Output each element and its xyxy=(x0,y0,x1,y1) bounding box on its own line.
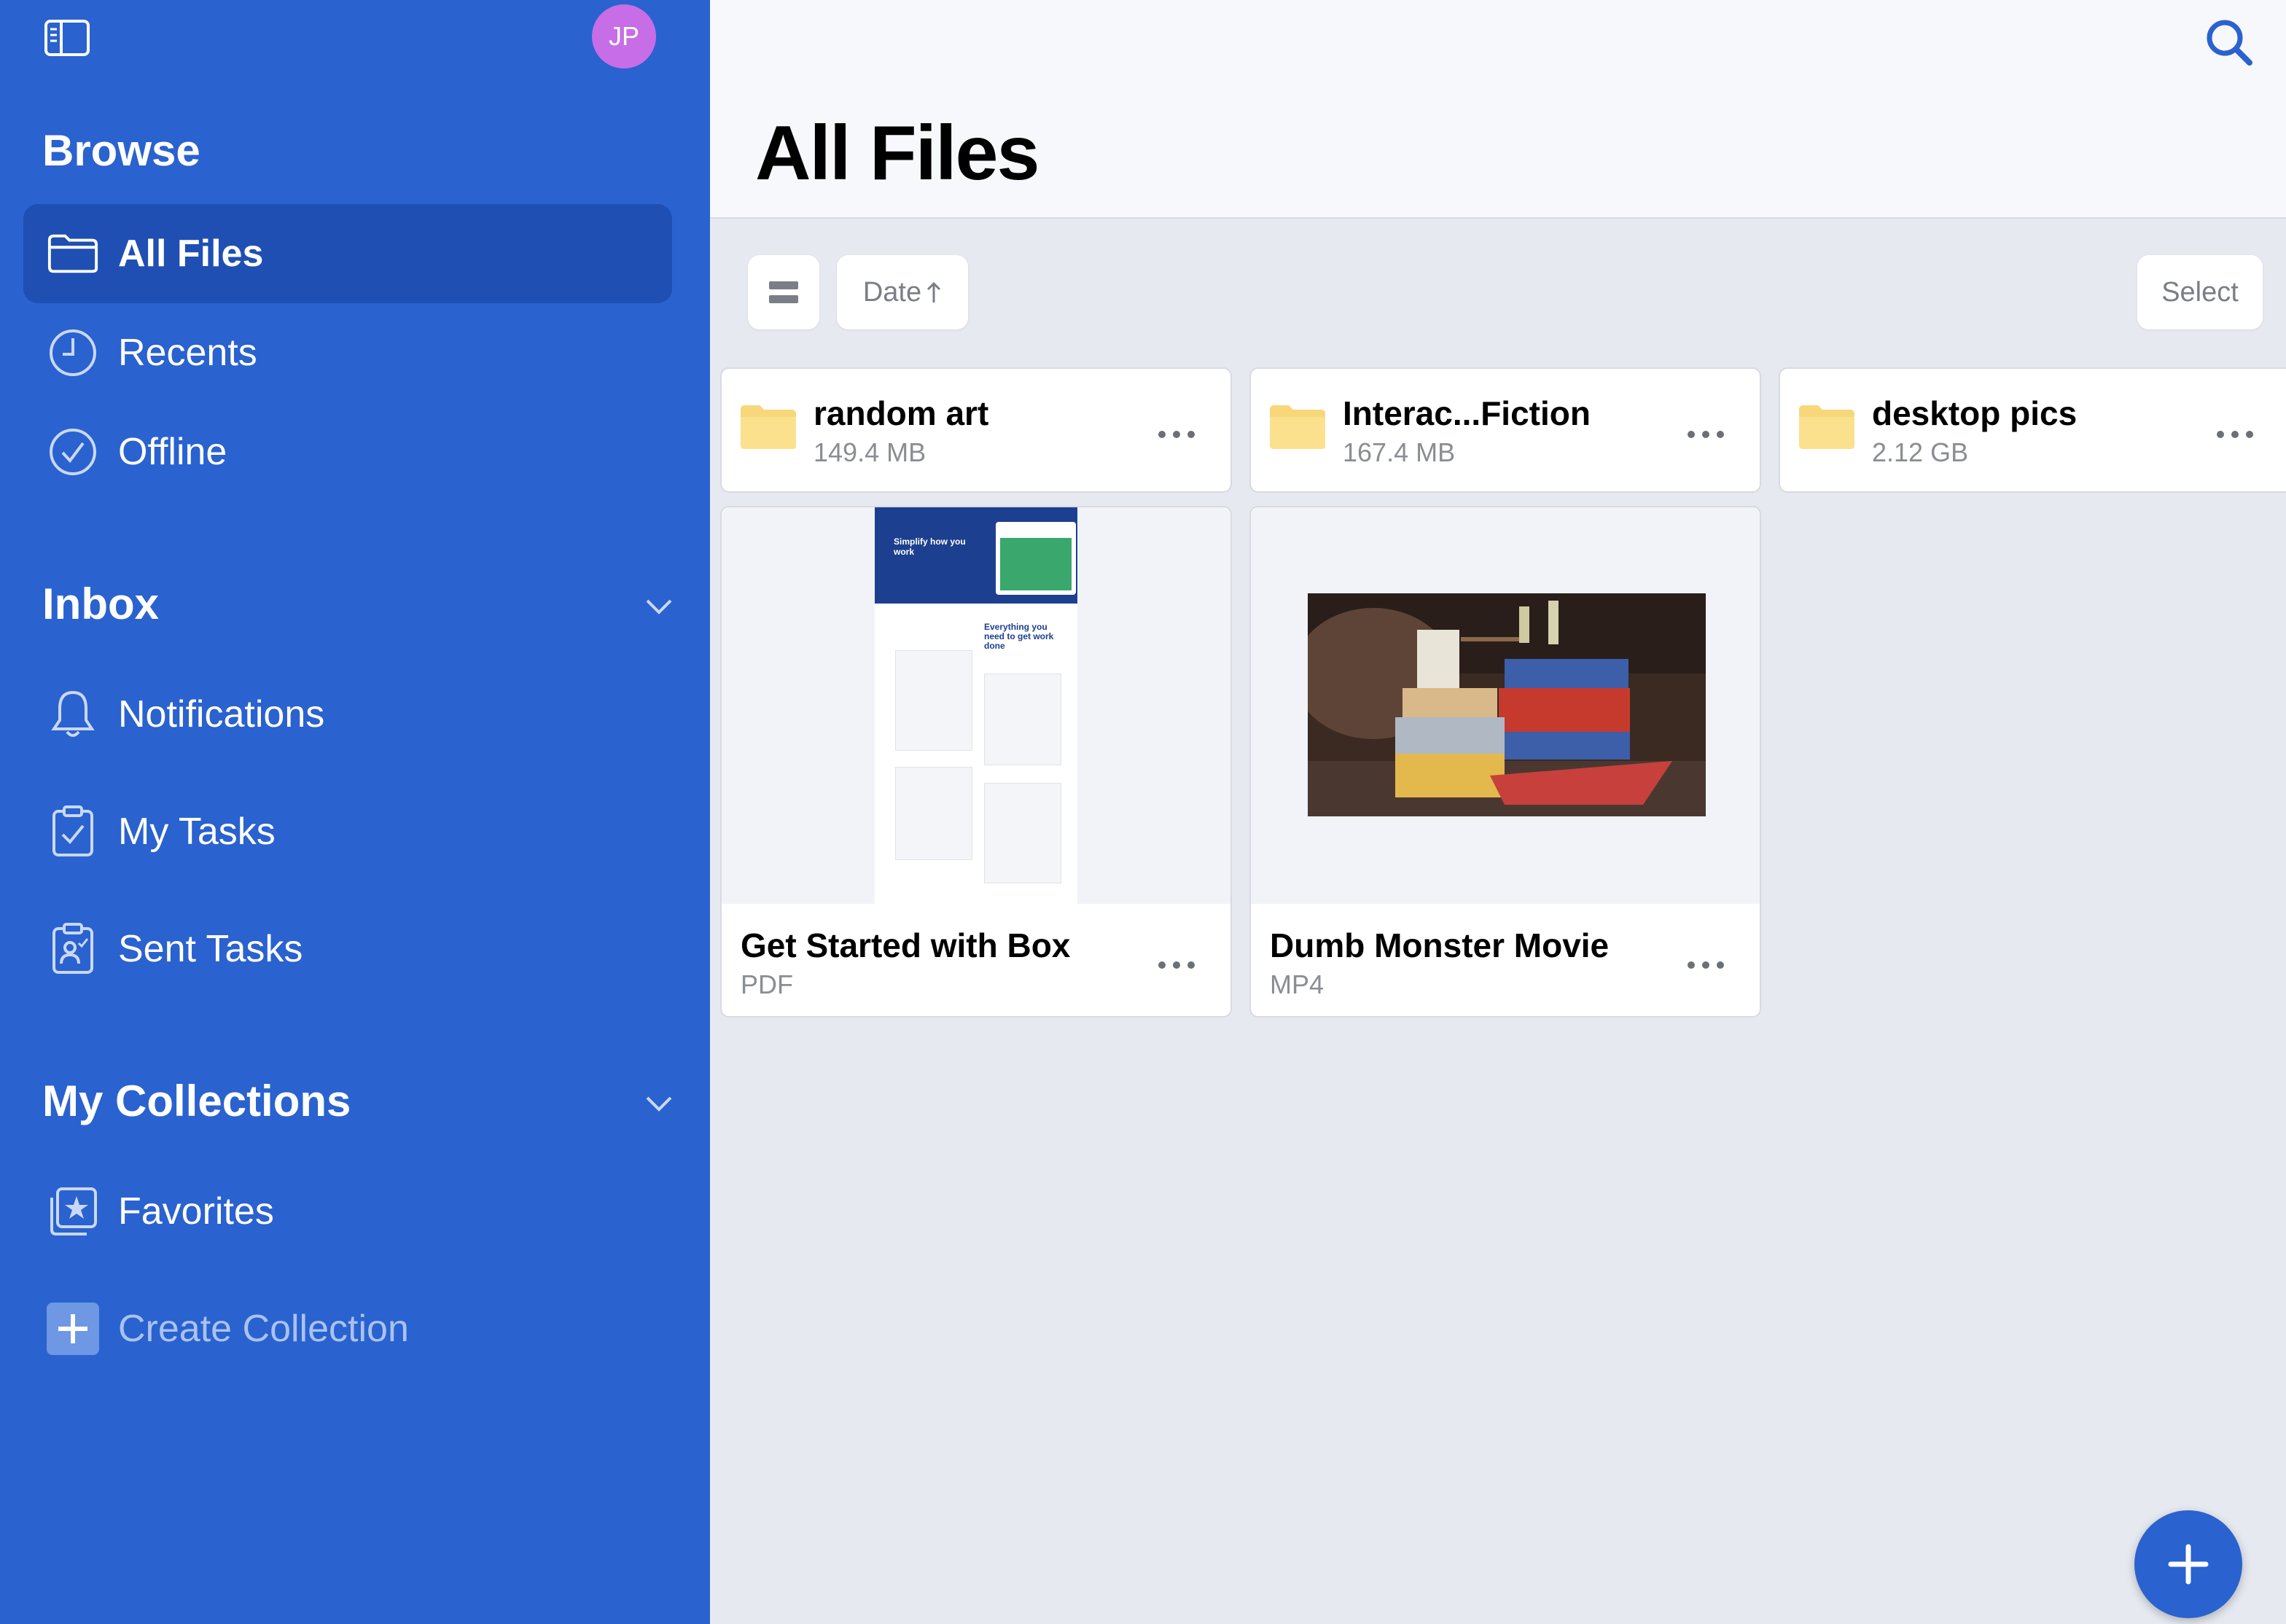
sidebar: JP Browse All Files Recents Offline Inbo… xyxy=(0,0,710,1624)
file-type: MP4 xyxy=(1270,969,1325,999)
sort-label: Date xyxy=(862,276,922,308)
sidebar-item-my-tasks[interactable]: My Tasks xyxy=(23,782,672,881)
sidebar-item-label: Notifications xyxy=(118,693,325,735)
plus-icon xyxy=(2168,1544,2209,1585)
more-options-icon[interactable] xyxy=(1156,427,1200,442)
sort-button[interactable]: Date xyxy=(837,255,968,329)
sidebar-item-label: Favorites xyxy=(118,1190,274,1233)
task-clipboard-icon xyxy=(47,805,99,858)
pdf-thumbnail: Simplify how you work Everything you nee… xyxy=(722,507,1230,904)
sidebar-item-label: All Files xyxy=(118,233,264,275)
sidebar-item-favorites[interactable]: Favorites xyxy=(23,1162,672,1261)
file-card-get-started-pdf[interactable]: Simplify how you work Everything you nee… xyxy=(720,506,1232,1018)
main-header: All Files xyxy=(710,0,2286,219)
folder-card-random-art[interactable]: random art 149.4 MB xyxy=(720,367,1232,493)
plus-square-icon xyxy=(47,1303,99,1355)
lego-scene-image xyxy=(1308,593,1706,816)
check-circle-icon xyxy=(47,426,99,478)
list-view-icon xyxy=(769,281,798,303)
pdf-panel xyxy=(895,767,972,860)
folder-size: 167.4 MB xyxy=(1343,437,1456,467)
folder-icon xyxy=(47,227,99,280)
sidebar-item-label: Recents xyxy=(118,332,257,374)
folder-icon xyxy=(1799,404,1854,450)
sidebar-item-sent-tasks[interactable]: Sent Tasks xyxy=(23,899,672,999)
star-collection-icon xyxy=(47,1185,99,1238)
folder-icon xyxy=(1270,404,1325,450)
sidebar-item-label: Sent Tasks xyxy=(118,928,303,970)
bell-icon xyxy=(47,688,99,741)
more-options-icon[interactable] xyxy=(1685,427,1729,442)
folder-card-interactive-fiction[interactable]: Interac...Fiction 167.4 MB xyxy=(1249,367,1761,493)
folder-name: Interac...Fiction xyxy=(1343,394,1591,432)
chevron-down-icon[interactable] xyxy=(644,1089,674,1118)
pdf-headline: Simplify how you work xyxy=(894,536,966,557)
arrow-up-icon xyxy=(927,281,941,302)
sent-task-clipboard-icon xyxy=(47,923,99,975)
pdf-page: Simplify how you work Everything you nee… xyxy=(875,507,1077,904)
create-collection-button[interactable]: Create Collection xyxy=(23,1279,672,1378)
sidebar-item-label: Offline xyxy=(118,431,227,473)
pdf-panel xyxy=(895,650,972,751)
sidebar-item-offline[interactable]: Offline xyxy=(23,402,672,501)
sidebar-item-recents[interactable]: Recents xyxy=(23,303,672,402)
sidebar-toggle-icon[interactable] xyxy=(44,19,90,57)
video-thumbnail xyxy=(1251,507,1760,904)
file-name: Dumb Monster Movie xyxy=(1270,926,1610,964)
folder-name: random art xyxy=(814,394,989,432)
chevron-down-icon[interactable] xyxy=(644,592,674,621)
folder-size: 149.4 MB xyxy=(814,437,927,467)
file-card-dumb-monster-movie[interactable]: Dumb Monster Movie MP4 xyxy=(1249,506,1761,1018)
folder-size: 2.12 GB xyxy=(1872,437,1969,467)
sidebar-item-label: My Tasks xyxy=(118,811,276,853)
more-options-icon[interactable] xyxy=(1685,958,1729,972)
collections-section-title[interactable]: My Collections xyxy=(42,1076,351,1126)
add-button[interactable] xyxy=(2134,1510,2242,1618)
more-options-icon[interactable] xyxy=(1156,958,1200,972)
pdf-subhead: Everything you need to get work done xyxy=(984,622,1054,651)
avatar[interactable]: JP xyxy=(592,4,656,69)
clock-icon xyxy=(47,327,99,379)
inbox-section-title[interactable]: Inbox xyxy=(42,579,159,629)
pdf-banner-graphic xyxy=(1000,538,1072,590)
file-type: PDF xyxy=(741,969,793,999)
browse-section-title: Browse xyxy=(42,126,200,175)
pdf-banner: Simplify how you work xyxy=(875,507,1077,604)
sidebar-item-all-files[interactable]: All Files xyxy=(23,204,672,303)
folder-card-desktop-pics[interactable]: desktop pics 2.12 GB xyxy=(1779,367,2286,493)
file-name: Get Started with Box xyxy=(741,926,1071,964)
pdf-banner-screen xyxy=(996,522,1076,595)
search-icon[interactable] xyxy=(2203,16,2255,69)
sidebar-item-label: Create Collection xyxy=(118,1308,409,1350)
list-view-button[interactable] xyxy=(748,255,819,329)
pdf-panel xyxy=(984,783,1061,883)
more-options-icon[interactable] xyxy=(2215,427,2258,442)
page-title: All Files xyxy=(755,110,1039,196)
pdf-panel xyxy=(984,674,1061,765)
folder-icon xyxy=(741,404,796,450)
folder-name: desktop pics xyxy=(1872,394,2078,432)
select-button[interactable]: Select xyxy=(2137,255,2263,329)
sidebar-item-notifications[interactable]: Notifications xyxy=(23,665,672,764)
